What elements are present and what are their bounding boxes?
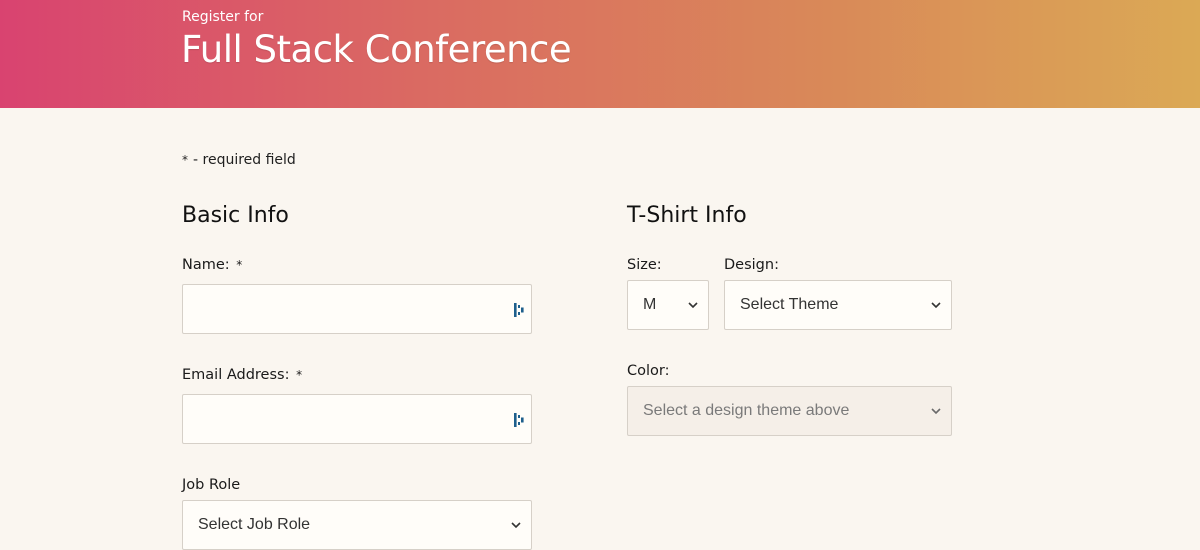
- size-selected: M: [643, 296, 657, 313]
- name-field[interactable]: [183, 285, 531, 333]
- email-field-wrapper: [182, 394, 532, 444]
- required-field-note: * - required field: [182, 152, 296, 168]
- email-label: Email Address: *: [182, 367, 302, 383]
- required-note-text: - required field: [193, 152, 296, 168]
- color-select[interactable]: Select a design theme above: [627, 386, 952, 436]
- name-label: Name: *: [182, 257, 242, 273]
- page-title: Full Stack Conference: [181, 28, 572, 71]
- name-required-star: *: [236, 258, 243, 272]
- design-label: Design:: [724, 257, 779, 273]
- size-label: Size:: [627, 257, 662, 273]
- job-role-select[interactable]: Select Job Role: [182, 500, 532, 550]
- header-subtitle: Register for: [182, 9, 264, 25]
- design-selected: Select Theme: [740, 296, 839, 313]
- tshirt-info-heading: T-Shirt Info: [627, 203, 747, 228]
- color-label: Color:: [627, 363, 670, 379]
- basic-info-heading: Basic Info: [182, 203, 289, 228]
- email-label-text: Email Address:: [182, 367, 290, 383]
- design-select[interactable]: Select Theme: [724, 280, 952, 330]
- job-role-selected: Select Job Role: [198, 516, 311, 533]
- name-label-text: Name:: [182, 257, 230, 273]
- chevron-down-icon: [511, 522, 521, 529]
- job-role-label: Job Role: [182, 477, 241, 493]
- page-header: Register for Full Stack Conference: [0, 0, 1200, 108]
- chevron-down-icon: [688, 302, 698, 309]
- email-required-star: *: [296, 368, 303, 382]
- password-manager-icon[interactable]: [513, 302, 525, 318]
- size-select[interactable]: M: [627, 280, 709, 330]
- email-field[interactable]: [183, 395, 531, 443]
- color-selected: Select a design theme above: [643, 402, 850, 419]
- password-manager-icon[interactable]: [513, 412, 525, 428]
- chevron-down-icon: [931, 408, 941, 415]
- required-star: *: [182, 153, 188, 167]
- name-field-wrapper: [182, 284, 532, 334]
- chevron-down-icon: [931, 302, 941, 309]
